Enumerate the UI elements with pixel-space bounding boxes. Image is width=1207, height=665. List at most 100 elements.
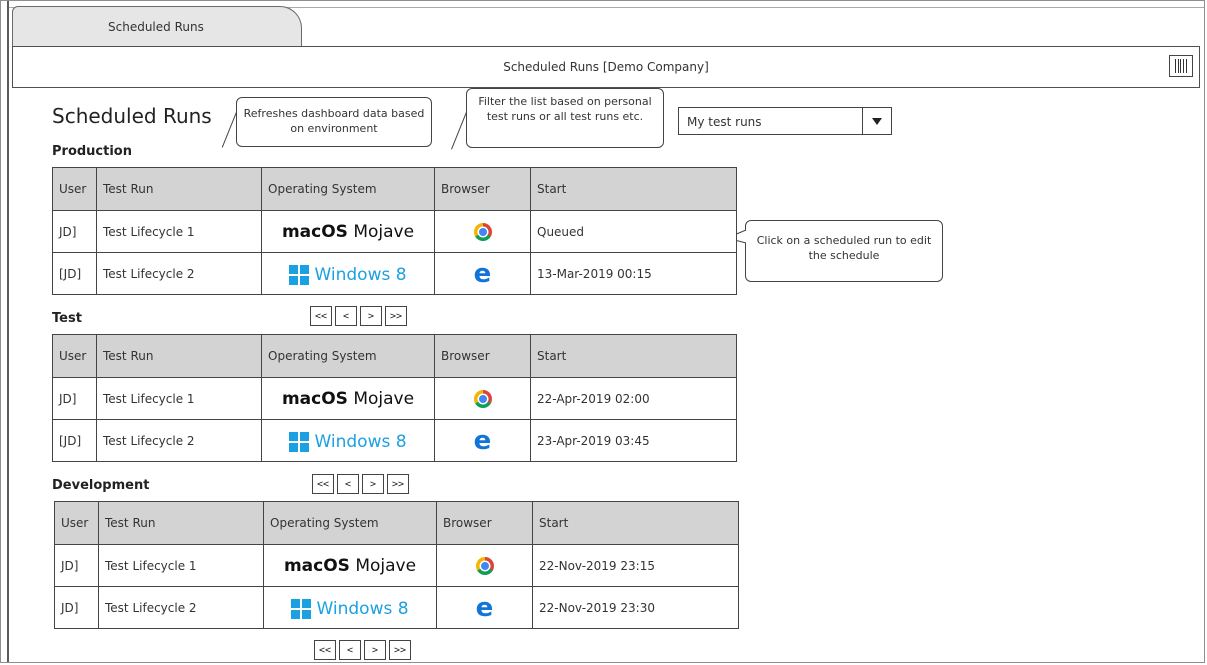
window-left-edge <box>7 1 9 662</box>
cell-start: 22-Nov-2019 23:15 <box>532 544 739 587</box>
column-header-user[interactable]: User <box>52 167 97 211</box>
filter-selected-value: My test runs <box>687 115 762 129</box>
window-title: Scheduled Runs [Demo Company] <box>503 60 709 74</box>
test-runs-filter-dropdown[interactable]: My test runs <box>678 107 892 135</box>
runs-table-test: User Test Run Operating System Browser S… <box>52 334 737 462</box>
next-page-button[interactable]: > <box>362 474 384 494</box>
column-header-start[interactable]: Start <box>530 167 737 211</box>
cell-user: JD] <box>54 544 99 587</box>
table-row[interactable]: JD] Test Lifecycle 1 macOS Mojave 22-Nov… <box>54 544 739 587</box>
tab-scheduled-runs[interactable]: Scheduled Runs <box>12 6 302 46</box>
cell-test-run: Test Lifecycle 1 <box>98 544 264 587</box>
cell-user: JD] <box>54 586 99 629</box>
cell-browser: e <box>434 419 531 462</box>
cell-test-run: Test Lifecycle 2 <box>96 419 262 462</box>
table-header-row: User Test Run Operating System Browser S… <box>54 501 739 545</box>
table-row[interactable]: [JD] Test Lifecycle 2 Windows 8 e 13-Mar… <box>52 252 737 295</box>
cell-browser <box>434 210 531 253</box>
prev-page-button[interactable]: < <box>339 640 361 660</box>
cell-browser: e <box>434 252 531 295</box>
callout-filter-text: Filter the list based on personal test r… <box>478 95 652 123</box>
column-header-operating-system[interactable]: Operating System <box>263 501 437 545</box>
cell-start: Queued <box>530 210 737 253</box>
pagination-test: << < > >> <box>312 474 409 496</box>
edge-icon: e <box>473 425 492 456</box>
first-page-button[interactable]: << <box>312 474 334 494</box>
cell-start: 13-Mar-2019 00:15 <box>530 252 737 295</box>
cell-operating-system: macOS Mojave <box>261 377 435 420</box>
last-page-button[interactable]: >> <box>389 640 411 660</box>
cell-user: JD] <box>52 377 97 420</box>
macos-logo: macOS Mojave <box>283 555 417 576</box>
first-page-button[interactable]: << <box>314 640 336 660</box>
next-page-button[interactable]: > <box>360 306 382 326</box>
table-header-row: User Test Run Operating System Browser S… <box>52 334 737 378</box>
last-page-button[interactable]: >> <box>387 474 409 494</box>
cell-user: [JD] <box>52 419 97 462</box>
column-header-operating-system[interactable]: Operating System <box>261 334 435 378</box>
chrome-icon <box>473 222 492 241</box>
cell-operating-system: macOS Mojave <box>263 544 437 587</box>
first-page-button[interactable]: << <box>310 306 332 326</box>
windows-logo: Windows 8 <box>289 264 407 285</box>
section-label-development: Development <box>52 478 150 493</box>
runs-table-production: User Test Run Operating System Browser S… <box>52 167 737 295</box>
column-header-browser[interactable]: Browser <box>434 334 531 378</box>
cell-operating-system: Windows 8 <box>261 419 435 462</box>
column-header-test-run[interactable]: Test Run <box>98 501 264 545</box>
pagination-development: << < > >> <box>314 640 411 662</box>
cell-start: 23-Apr-2019 03:45 <box>530 419 737 462</box>
column-header-user[interactable]: User <box>54 501 99 545</box>
section-label-test: Test <box>52 311 82 326</box>
runs-table-development: User Test Run Operating System Browser S… <box>54 501 739 629</box>
cell-operating-system: macOS Mojave <box>261 210 435 253</box>
column-header-start[interactable]: Start <box>532 501 739 545</box>
column-header-browser[interactable]: Browser <box>436 501 533 545</box>
title-bar: Scheduled Runs [Demo Company] <box>12 46 1200 88</box>
table-header-row: User Test Run Operating System Browser S… <box>52 167 737 211</box>
callout-filter: Filter the list based on personal test r… <box>466 88 664 148</box>
prev-page-button[interactable]: < <box>335 306 357 326</box>
prev-page-button[interactable]: < <box>337 474 359 494</box>
column-header-operating-system[interactable]: Operating System <box>261 167 435 211</box>
cell-test-run: Test Lifecycle 1 <box>96 377 262 420</box>
cell-browser: e <box>436 586 533 629</box>
macos-logo: macOS Mojave <box>281 388 415 409</box>
chevron-down-icon[interactable] <box>862 108 891 134</box>
cell-test-run: Test Lifecycle 1 <box>96 210 262 253</box>
next-page-button[interactable]: > <box>364 640 386 660</box>
cell-user: [JD] <box>52 252 97 295</box>
column-header-browser[interactable]: Browser <box>434 167 531 211</box>
cell-user: JD] <box>52 210 97 253</box>
last-page-button[interactable]: >> <box>385 306 407 326</box>
pagination-production: << < > >> <box>310 306 407 328</box>
windows-icon <box>291 598 312 619</box>
callout-edit: Click on a scheduled run to edit the sch… <box>745 220 943 282</box>
cell-operating-system: Windows 8 <box>263 586 437 629</box>
cell-browser <box>434 377 531 420</box>
windows-icon <box>289 264 310 285</box>
edge-icon: e <box>475 592 494 623</box>
windows-logo: Windows 8 <box>291 598 409 619</box>
table-row[interactable]: JD] Test Lifecycle 2 Windows 8 e 22-Nov-… <box>54 586 739 629</box>
table-row[interactable]: [JD] Test Lifecycle 2 Windows 8 e 23-Apr… <box>52 419 737 462</box>
chrome-icon <box>473 389 492 408</box>
table-row[interactable]: JD] Test Lifecycle 1 macOS Mojave Queued <box>52 210 737 253</box>
cell-start: 22-Nov-2019 23:30 <box>532 586 739 629</box>
macos-logo: macOS Mojave <box>281 221 415 242</box>
column-header-test-run[interactable]: Test Run <box>96 334 262 378</box>
tab-label: Scheduled Runs <box>108 20 204 34</box>
column-header-user[interactable]: User <box>52 334 97 378</box>
cell-operating-system: Windows 8 <box>261 252 435 295</box>
table-row[interactable]: JD] Test Lifecycle 1 macOS Mojave 22-Apr… <box>52 377 737 420</box>
cell-browser <box>436 544 533 587</box>
callout-environment-text: Refreshes dashboard data based on enviro… <box>243 107 425 135</box>
edge-icon: e <box>473 258 492 289</box>
callout-edit-text: Click on a scheduled run to edit the sch… <box>756 234 932 262</box>
column-header-start[interactable]: Start <box>530 334 737 378</box>
menu-icon[interactable] <box>1169 55 1193 77</box>
column-header-test-run[interactable]: Test Run <box>96 167 262 211</box>
cell-test-run: Test Lifecycle 2 <box>96 252 262 295</box>
callout-environment: Refreshes dashboard data based on enviro… <box>236 97 432 147</box>
page-title: Scheduled Runs <box>52 104 212 128</box>
